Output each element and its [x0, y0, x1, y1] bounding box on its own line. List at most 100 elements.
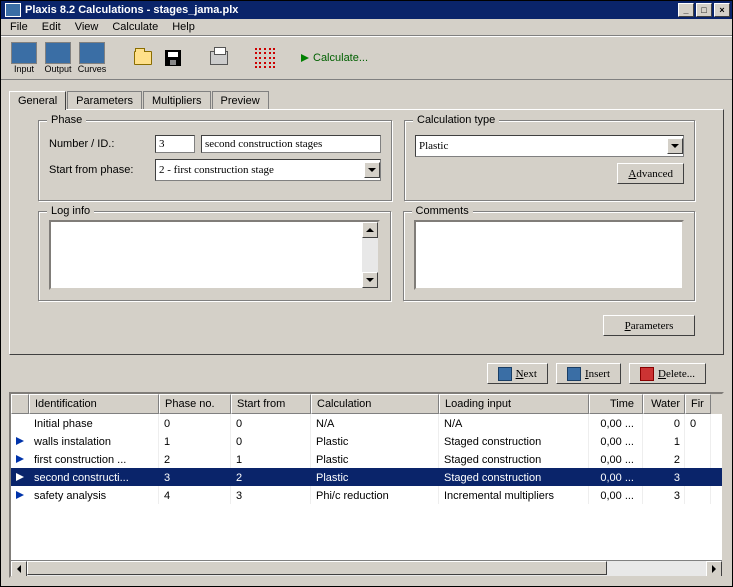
cell-start-from: 2: [231, 468, 311, 486]
scroll-left-icon[interactable]: [11, 561, 27, 577]
open-button[interactable]: [131, 46, 155, 70]
comments-legend: Comments: [412, 205, 473, 217]
close-button[interactable]: ×: [714, 3, 730, 17]
cell-phase-no: 1: [159, 432, 231, 450]
table-row[interactable]: walls instalation10PlasticStaged constru…: [11, 432, 722, 450]
print-icon: [210, 51, 228, 65]
cell-identification: walls instalation: [29, 432, 159, 450]
chevron-down-icon: [667, 138, 683, 154]
arrow-right-icon: [16, 455, 24, 463]
cell-time: 0,00 ...: [589, 486, 643, 504]
toolbar: Input Output Curves: [1, 36, 732, 80]
cell-calculation: Plastic: [311, 450, 439, 468]
header-fi[interactable]: Fir: [685, 394, 711, 414]
save-icon: [165, 50, 181, 66]
advanced-button[interactable]: Advanced: [617, 163, 684, 184]
tabstrip: General Parameters Multipliers Preview: [9, 90, 724, 109]
cell-water: 2: [643, 450, 685, 468]
start-from-label: Start from phase:: [49, 164, 149, 176]
tab-multipliers[interactable]: Multipliers: [143, 91, 211, 110]
tab-general[interactable]: General: [9, 91, 66, 110]
menu-file[interactable]: File: [3, 19, 35, 35]
app-icon: [5, 3, 21, 17]
delete-icon: [640, 367, 654, 381]
menu-view[interactable]: View: [68, 19, 106, 35]
cell-water: 0: [643, 414, 685, 432]
start-from-select[interactable]: 2 - first construction stage: [155, 159, 381, 181]
phases-table: Identification Phase no. Start from Calc…: [9, 392, 724, 578]
header-phase-no[interactable]: Phase no.: [159, 394, 231, 414]
toolbar-input-button[interactable]: Input: [7, 39, 41, 77]
table-row[interactable]: safety analysis43Phi/c reductionIncremen…: [11, 486, 722, 504]
minimize-button[interactable]: _: [678, 3, 694, 17]
mesh-button[interactable]: [253, 46, 277, 70]
cell-calculation: Phi/c reduction: [311, 486, 439, 504]
header-loading-input[interactable]: Loading input: [439, 394, 589, 414]
cell-time: 0,00 ...: [589, 432, 643, 450]
table-row[interactable]: Initial phase00N/AN/A0,00 ...00: [11, 414, 722, 432]
cell-start-from: 0: [231, 432, 311, 450]
toolbar-output-button[interactable]: Output: [41, 39, 75, 77]
window-title: Plaxis 8.2 Calculations - stages_jama.pl…: [25, 4, 238, 16]
delete-button[interactable]: Delete...: [629, 363, 706, 384]
tab-preview[interactable]: Preview: [212, 91, 269, 110]
scrollbar-horizontal[interactable]: [11, 560, 722, 576]
cell-fi: [685, 486, 711, 504]
cell-calculation: Plastic: [311, 468, 439, 486]
header-time[interactable]: Time: [589, 394, 643, 414]
insert-icon: [567, 367, 581, 381]
open-icon: [134, 51, 152, 65]
app-window: Plaxis 8.2 Calculations - stages_jama.pl…: [0, 0, 733, 587]
save-button[interactable]: [161, 46, 185, 70]
row-status-icon: [11, 432, 29, 450]
calculate-link[interactable]: Calculate...: [301, 52, 368, 64]
header-identification[interactable]: Identification: [29, 394, 159, 414]
cell-phase-no: 0: [159, 414, 231, 432]
menu-edit[interactable]: Edit: [35, 19, 68, 35]
scroll-up-icon[interactable]: [362, 222, 378, 238]
print-button[interactable]: [207, 46, 231, 70]
maximize-button[interactable]: □: [696, 3, 712, 17]
scroll-right-icon[interactable]: [706, 561, 722, 577]
phase-name-input[interactable]: [201, 135, 381, 153]
header-blank[interactable]: [11, 394, 29, 414]
curves-icon: [79, 42, 105, 64]
menu-calculate[interactable]: Calculate: [105, 19, 165, 35]
phase-number-input[interactable]: [155, 135, 195, 153]
calc-type-legend: Calculation type: [413, 114, 499, 126]
tab-parameters[interactable]: Parameters: [67, 91, 142, 110]
menubar: File Edit View Calculate Help: [1, 19, 732, 36]
header-calculation[interactable]: Calculation: [311, 394, 439, 414]
calc-type-select[interactable]: Plastic: [415, 135, 684, 157]
log-textarea[interactable]: [49, 220, 380, 290]
cell-loading-input: Incremental multipliers: [439, 486, 589, 504]
menu-help[interactable]: Help: [165, 19, 202, 35]
scroll-thumb[interactable]: [27, 561, 607, 575]
header-water[interactable]: Water: [643, 394, 685, 414]
cell-fi: [685, 450, 711, 468]
row-status-icon: [11, 450, 29, 468]
table-row[interactable]: first construction ...21PlasticStaged co…: [11, 450, 722, 468]
next-button[interactable]: Next: [487, 363, 548, 384]
arrow-right-icon: [16, 437, 24, 445]
calc-type-fieldset: Calculation type Plastic Advanced: [404, 120, 695, 201]
scrollbar-vertical[interactable]: [362, 222, 378, 288]
cell-start-from: 3: [231, 486, 311, 504]
header-start-from[interactable]: Start from: [231, 394, 311, 414]
parameters-button[interactable]: Parameters: [603, 315, 695, 336]
phase-fieldset: Phase Number / ID.: Start from phase: 2 …: [38, 120, 392, 201]
table-row[interactable]: second constructi...32PlasticStaged cons…: [11, 468, 722, 486]
cell-phase-no: 3: [159, 468, 231, 486]
arrow-right-icon: [301, 54, 309, 62]
cell-fi: 0: [685, 414, 711, 432]
cell-loading-input: Staged construction: [439, 468, 589, 486]
cell-phase-no: 2: [159, 450, 231, 468]
insert-button[interactable]: Insert: [556, 363, 621, 384]
scroll-down-icon[interactable]: [362, 272, 378, 288]
titlebar: Plaxis 8.2 Calculations - stages_jama.pl…: [1, 1, 732, 19]
toolbar-curves-button[interactable]: Curves: [75, 39, 109, 77]
log-legend: Log info: [47, 205, 94, 217]
comments-textarea[interactable]: [414, 220, 684, 290]
input-icon: [11, 42, 37, 64]
log-fieldset: Log info: [38, 211, 391, 301]
